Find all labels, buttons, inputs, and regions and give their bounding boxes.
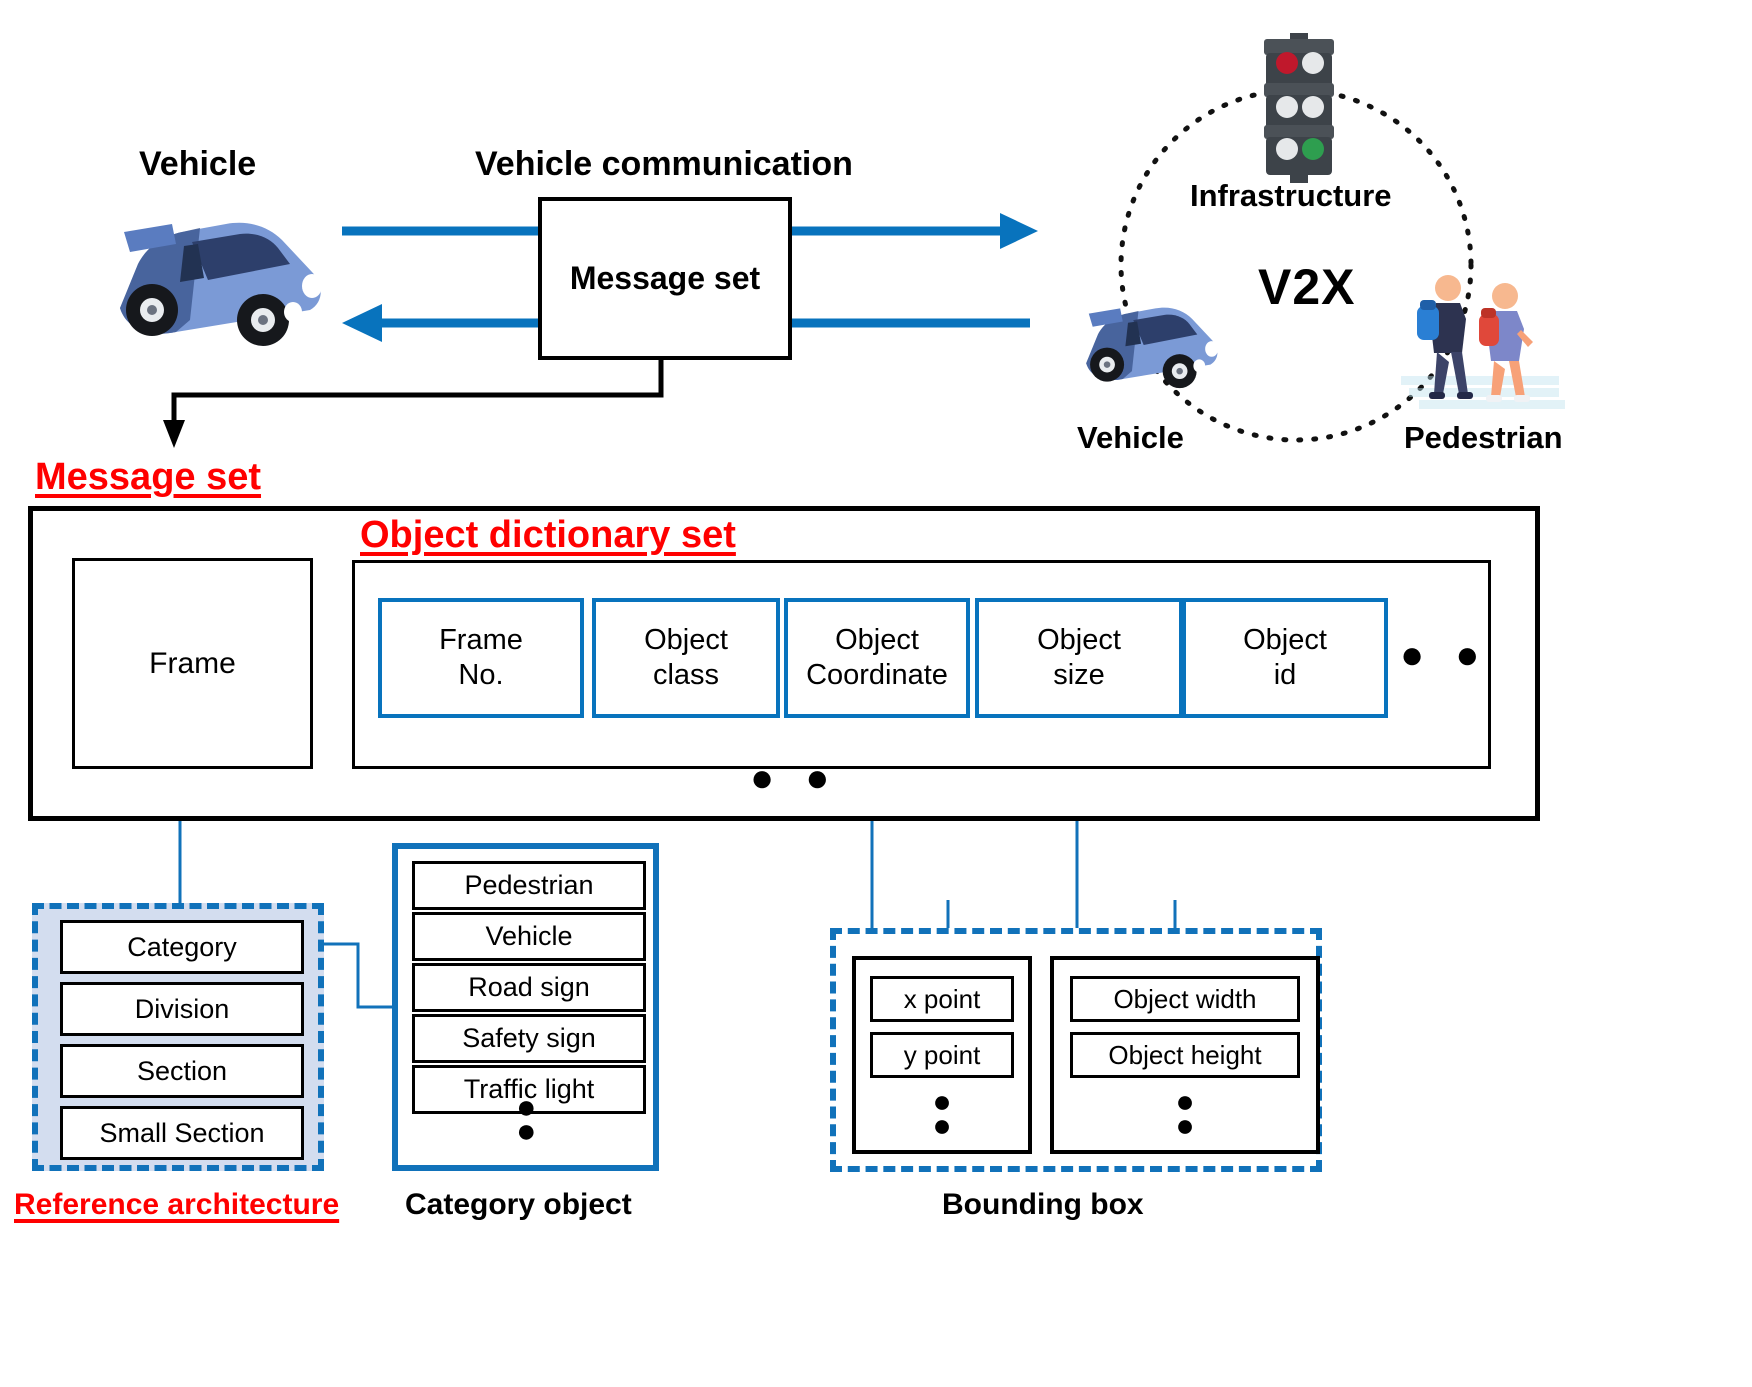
pedestrian-illustration [1401,275,1565,409]
bb-coordinate-ellipsis: ● ● [932,1083,952,1143]
reference-architecture-caption: Reference architecture [14,1188,340,1221]
field-object-coordinate: Object Coordinate [784,598,970,718]
co-item-vehicle: Vehicle [412,912,646,961]
vehicle-right-illustration [1086,307,1219,389]
message-set-heading: Message set [35,456,262,498]
field-object-coordinate-line2: Coordinate [806,659,948,691]
field-object-size-line2: size [1053,659,1105,691]
field-object-class-line2: class [652,659,720,691]
field-frame-no-line1: Frame [439,623,523,656]
category-object-ellipsis: ● ● [516,1088,537,1151]
ra-item-small-section: Small Section [60,1106,304,1160]
co-item-safety-sign: Safety sign [412,1014,646,1063]
field-object-id: Object id [1182,598,1388,718]
vehicle-right-label: Vehicle [1077,420,1184,455]
infrastructure-label: Infrastructure [1190,178,1392,213]
field-frame-no-line2: No. [458,659,504,691]
object-dictionary-set-heading: Object dictionary set [360,514,736,556]
frame-box: Frame [72,558,313,769]
field-object-id-line2: id [1273,659,1297,691]
pedestrian-label: Pedestrian [1404,420,1563,455]
v2x-label: V2X [1258,259,1356,315]
field-object-size-line1: Object [1037,623,1121,656]
co-item-road-sign: Road sign [412,963,646,1012]
bounding-box-caption: Bounding box [942,1188,1144,1221]
bb-item-x-point: x point [870,976,1014,1022]
field-object-class-line1: Object [644,623,728,656]
bb-item-object-width: Object width [1070,976,1300,1022]
object-dictionary-ellipsis: ● ● [1400,633,1490,677]
ra-item-category: Category [60,920,304,974]
ra-item-division: Division [60,982,304,1036]
bounding-box-coordinate-column: x point y point ● ● [852,956,1032,1154]
bb-item-y-point: y point [870,1032,1014,1078]
vehicle-communication-label: Vehicle communication [475,145,853,183]
vehicle-left-illustration [120,222,322,346]
bb-size-ellipsis: ● ● [1175,1083,1195,1143]
co-item-pedestrian: Pedestrian [412,861,646,910]
category-object-caption: Category object [405,1188,632,1221]
bounding-box-size-column: Object width Object height ● ● [1050,956,1320,1154]
traffic-light-icon [1264,33,1334,183]
field-object-coordinate-line1: Object [835,623,919,656]
ra-item-section: Section [60,1044,304,1098]
bb-item-object-height: Object height [1070,1032,1300,1078]
message-set-node: Message set [538,197,792,360]
field-object-size: Object size [975,598,1183,718]
vehicle-left-label: Vehicle [139,145,257,183]
field-frame-no: Frame No. [378,598,584,718]
message-set-inner-ellipsis: ● ● [750,756,840,800]
field-object-id-line1: Object [1243,623,1327,656]
field-object-class: Object class [592,598,780,718]
